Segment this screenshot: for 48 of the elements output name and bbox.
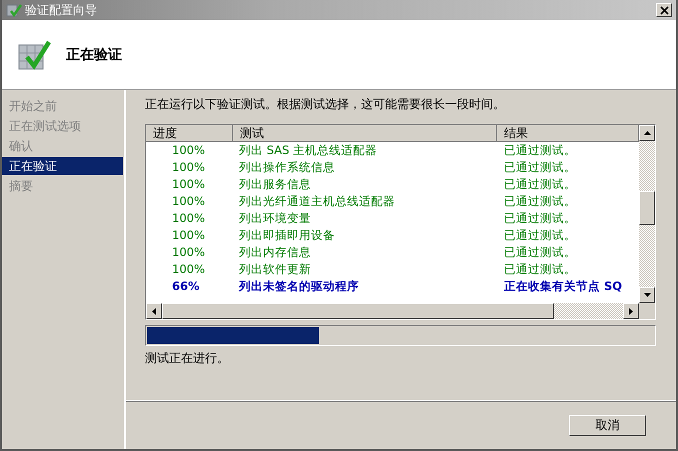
scrollbar-corner xyxy=(639,303,655,319)
table-cell-text: 列出内存信息 xyxy=(238,244,312,261)
table-cell-text: 66% xyxy=(171,278,201,295)
table-cell-text: 已通过测试。 xyxy=(503,159,577,176)
status-text: 测试正在进行。 xyxy=(145,350,230,366)
down-arrow-icon[interactable] xyxy=(644,293,650,297)
page-heading: 正在验证 xyxy=(66,46,122,64)
table-cell-text: 已通过测试。 xyxy=(503,193,577,210)
app-icon xyxy=(6,2,22,18)
table-cell-text: 100% xyxy=(171,227,206,244)
table-cell-text: 已通过测试。 xyxy=(503,244,577,261)
table-cell-text: 100% xyxy=(171,193,206,210)
sidebar-item[interactable]: 正在验证 xyxy=(2,157,123,175)
column-header[interactable]: 结果 xyxy=(497,125,639,142)
table-cell-text: 已通过测试。 xyxy=(503,210,577,227)
table-cell-text: 100% xyxy=(171,261,206,278)
table-cell-text: 100% xyxy=(171,159,206,176)
intro-text: 正在运行以下验证测试。根据测试选择，这可能需要很长一段时间。 xyxy=(145,96,506,113)
table-cell-text: 列出 SAS 主机总线适配器 xyxy=(238,142,378,159)
cancel-button[interactable]: 取消 xyxy=(569,415,646,436)
column-header[interactable]: 进度 xyxy=(146,125,233,142)
table-cell-text: 列出光纤通道主机总线适配器 xyxy=(238,193,396,210)
window-title: 验证配置向导 xyxy=(25,2,97,18)
table-cell-text: 100% xyxy=(171,176,206,193)
table-cell-text: 列出操作系统信息 xyxy=(238,159,336,176)
table-cell-text: 100% xyxy=(171,210,206,227)
column-header[interactable]: 测试 xyxy=(233,125,497,142)
table-cell-text: 列出软件更新 xyxy=(238,261,312,278)
scroll-thumb[interactable] xyxy=(639,191,655,225)
close-button[interactable] xyxy=(656,3,672,17)
up-arrow-icon[interactable] xyxy=(644,131,650,135)
table-cell-text: 正在收集有关节点 SQ xyxy=(503,278,624,295)
table-cell-text: 已通过测试。 xyxy=(503,142,577,159)
scroll-thumb[interactable] xyxy=(162,303,554,319)
table-cell-text: 100% xyxy=(171,142,206,159)
horizontal-scrollbar[interactable] xyxy=(146,303,655,319)
left-arrow-icon[interactable] xyxy=(152,308,156,314)
close-icon[interactable] xyxy=(660,6,668,14)
table-cell-text: 列出服务信息 xyxy=(238,176,312,193)
table-cell-text: 列出未签名的驱动程序 xyxy=(238,278,360,295)
table-cell-text: 已通过测试。 xyxy=(503,261,577,278)
table-cell-text: 已通过测试。 xyxy=(503,176,577,193)
table-cell-text: 列出即插即用设备 xyxy=(238,227,336,244)
right-arrow-icon[interactable] xyxy=(629,308,633,314)
table-cell-text: 100% xyxy=(171,244,206,261)
table-cell-text: 列出环境变量 xyxy=(238,210,312,227)
vertical-scrollbar[interactable] xyxy=(639,125,655,303)
table-cell-text: 已通过测试。 xyxy=(503,227,577,244)
